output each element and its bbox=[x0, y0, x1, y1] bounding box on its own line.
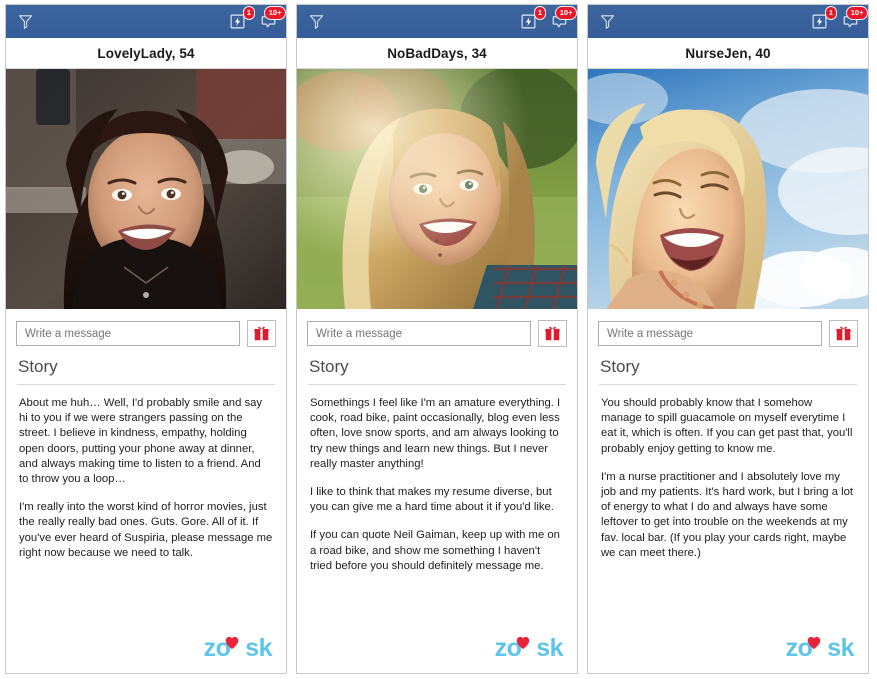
filter-funnel-icon[interactable] bbox=[597, 11, 618, 32]
story-heading: Story bbox=[309, 357, 349, 376]
story-body: About me huh… Well, I'd probably smile a… bbox=[6, 385, 286, 629]
write-message-input[interactable] bbox=[598, 321, 822, 346]
messages-chat-icon[interactable]: 10+ bbox=[258, 6, 286, 32]
brand-footer: zoosk bbox=[297, 629, 577, 673]
app-header-bar: 1 10+ bbox=[6, 5, 286, 38]
story-heading: Story bbox=[18, 357, 58, 376]
messages-badge: 10+ bbox=[555, 6, 577, 20]
zoosk-logo: zoosk bbox=[786, 634, 855, 663]
zoosk-logo: zoosk bbox=[204, 634, 273, 663]
app-header-actions: 1 10+ bbox=[809, 6, 868, 32]
filter-funnel-icon[interactable] bbox=[15, 11, 36, 32]
profile-card: 1 10+ NoBadDays, 34 Write a message Stor… bbox=[296, 4, 578, 674]
messages-chat-icon[interactable]: 10+ bbox=[549, 6, 577, 32]
boost-badge: 1 bbox=[824, 6, 837, 20]
write-message-input[interactable] bbox=[16, 321, 240, 346]
boost-lightning-icon[interactable]: 1 bbox=[227, 6, 255, 32]
profile-card: 1 10+ NurseJen, 40 Write a message Story… bbox=[587, 4, 869, 674]
boost-badge: 1 bbox=[242, 6, 255, 20]
story-paragraph: You should probably know that I somehow … bbox=[601, 397, 853, 455]
heart-icon bbox=[807, 636, 821, 649]
zoosk-logo: zoosk bbox=[495, 634, 564, 663]
app-header-bar: 1 10+ bbox=[297, 5, 577, 38]
profile-name-age: NoBadDays, 34 bbox=[387, 45, 487, 61]
profile-name-bar: NoBadDays, 34 bbox=[297, 38, 577, 69]
boost-badge: 1 bbox=[533, 6, 546, 20]
filter-funnel-icon[interactable] bbox=[306, 11, 327, 32]
story-paragraph: I'm a nurse practitioner and I absolutel… bbox=[601, 470, 854, 559]
app-header-actions: 1 10+ bbox=[518, 6, 577, 32]
send-gift-button[interactable] bbox=[538, 320, 567, 347]
story-body: You should probably know that I somehow … bbox=[588, 385, 868, 629]
profile-name-age: NurseJen, 40 bbox=[685, 45, 771, 61]
boost-lightning-icon[interactable]: 1 bbox=[809, 6, 837, 32]
brand-footer: zoosk bbox=[588, 629, 868, 673]
messages-badge: 10+ bbox=[264, 6, 286, 20]
message-row bbox=[297, 309, 577, 355]
messages-chat-icon[interactable]: 10+ bbox=[840, 6, 868, 32]
profile-card: 1 10+ LovelyLady, 54 Write a message Sto… bbox=[5, 4, 287, 674]
brand-footer: zoosk bbox=[6, 629, 286, 673]
story-paragraph: I'm really into the worst kind of horror… bbox=[19, 501, 273, 559]
app-header-bar: 1 10+ bbox=[588, 5, 868, 38]
profile-photo[interactable] bbox=[6, 69, 286, 309]
message-row bbox=[588, 309, 868, 355]
message-row bbox=[6, 309, 286, 355]
story-paragraph: About me huh… Well, I'd probably smile a… bbox=[19, 397, 263, 486]
boost-lightning-icon[interactable]: 1 bbox=[518, 6, 546, 32]
write-message-input[interactable] bbox=[307, 321, 531, 346]
send-gift-button[interactable] bbox=[829, 320, 858, 347]
story-paragraph: If you can quote Neil Gaiman, keep up wi… bbox=[310, 529, 560, 572]
messages-badge: 10+ bbox=[846, 6, 868, 20]
profile-name-bar: LovelyLady, 54 bbox=[6, 38, 286, 69]
story-paragraph: Somethings I feel like I'm an amature ev… bbox=[310, 397, 561, 470]
story-paragraph: I like to think that makes my resume div… bbox=[310, 486, 554, 514]
profile-name-age: LovelyLady, 54 bbox=[97, 45, 195, 61]
profile-photo[interactable] bbox=[588, 69, 868, 309]
story-heading: Story bbox=[600, 357, 640, 376]
send-gift-button[interactable] bbox=[247, 320, 276, 347]
profile-name-bar: NurseJen, 40 bbox=[588, 38, 868, 69]
heart-icon bbox=[225, 636, 239, 649]
heart-icon bbox=[516, 636, 530, 649]
profile-photo[interactable] bbox=[297, 69, 577, 309]
app-header-actions: 1 10+ bbox=[227, 6, 286, 32]
profile-cards-stage: 1 10+ LovelyLady, 54 Write a message Sto… bbox=[0, 0, 877, 679]
story-body: Somethings I feel like I'm an amature ev… bbox=[297, 385, 577, 629]
